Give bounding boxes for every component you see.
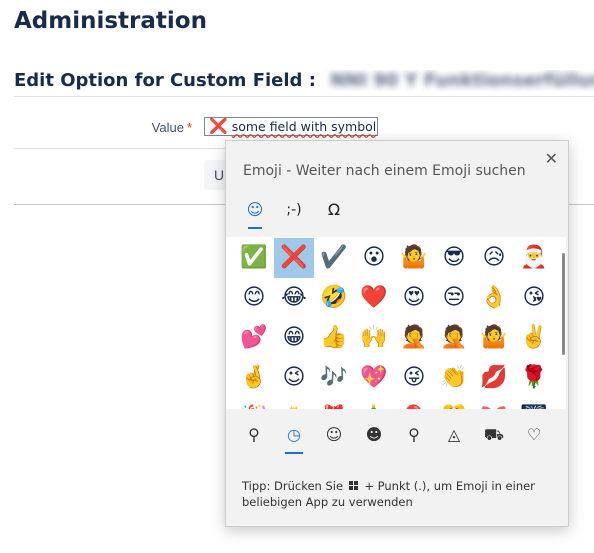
emoji-cell[interactable]: 🎁: [314, 398, 354, 410]
cross-mark-icon: ❌: [209, 118, 228, 135]
emoji-cell[interactable]: 😉: [274, 358, 314, 398]
emoji-cell[interactable]: 😂: [274, 278, 314, 318]
emoji-cell[interactable]: 🌹: [514, 358, 554, 398]
emoji-scrollbar[interactable]: [562, 253, 565, 355]
emoji-category-bar: ⚲ ◷ ☺ ☻ ⚲ ◬ ⛟ ♡: [226, 421, 568, 455]
tab-kaomoji[interactable]: ;-): [280, 197, 308, 225]
emoji-cell[interactable]: 😮: [354, 238, 394, 278]
emoji-cell[interactable]: 👌: [474, 278, 514, 318]
emoji-cell[interactable]: 🤦: [434, 318, 474, 358]
emoji-grid-area: ✅❌✔️😮🤷😎😥🎅😊😂🤣❤️😍😒👌😘💕😁👍🙌🤦🤦🤷✌️🤞😉🎶💖😜👏💋🌹🎉🎂🎁🎄🎈…: [226, 237, 566, 409]
emoji-panel: ✕ Emoji - Weiter nach einem Emoji suchen…: [225, 140, 569, 527]
emoji-cell[interactable]: 😎: [434, 238, 474, 278]
emoji-cell[interactable]: ❤️: [354, 278, 394, 318]
tab-symbols[interactable]: Ω: [320, 197, 348, 225]
divider: [14, 96, 594, 97]
emoji-cell[interactable]: 🎈: [394, 398, 434, 410]
emoji-search-hint: Emoji - Weiter nach einem Emoji suchen: [243, 163, 526, 179]
bottom-tab-recent-icon[interactable]: ◷: [280, 421, 308, 454]
emoji-cell[interactable]: 🎀: [474, 398, 514, 410]
bottom-tab-people-icon[interactable]: ☻: [360, 421, 388, 449]
custom-field-name: NNI 90 Y Funktionserfüllung: [330, 70, 594, 91]
bottom-tab-search-icon[interactable]: ⚲: [240, 421, 268, 449]
value-input-text: some field with symbol: [231, 119, 377, 134]
value-label-text: Value: [151, 120, 184, 135]
value-label: Value *: [120, 120, 192, 135]
emoji-cell[interactable]: 🤷: [474, 318, 514, 358]
bottom-tab-smileys-icon[interactable]: ☺: [320, 421, 348, 449]
emoji-cell[interactable]: 🤣: [314, 278, 354, 318]
emoji-cell[interactable]: 😍: [394, 278, 434, 318]
emoji-cell[interactable]: 🎂: [274, 398, 314, 410]
emoji-cell[interactable]: 💕: [234, 318, 274, 358]
bottom-tab-symbols-icon[interactable]: ♡: [520, 421, 548, 449]
emoji-cell[interactable]: 🎅: [514, 238, 554, 278]
required-marker: *: [186, 120, 192, 135]
emoji-cell[interactable]: 😁: [274, 318, 314, 358]
windows-logo-icon: [348, 481, 359, 491]
emoji-cell[interactable]: 💖: [354, 358, 394, 398]
emoji-cell[interactable]: ✌️: [514, 318, 554, 358]
tip-prefix: Tipp: Drücken Sie: [242, 479, 344, 493]
bottom-tab-celebration-icon[interactable]: ⚲: [400, 421, 428, 449]
close-icon[interactable]: ✕: [545, 149, 558, 168]
value-input[interactable]: ❌ some field with symbol: [204, 117, 378, 136]
emoji-cell[interactable]: 🤞: [234, 358, 274, 398]
emoji-cell[interactable]: 🤦: [394, 318, 434, 358]
emoji-cell[interactable]: ✅: [234, 238, 274, 278]
emoji-cell[interactable]: 🎄: [354, 398, 394, 410]
section-title: Edit Option for Custom Field : NNI 90 Y …: [14, 70, 594, 91]
keyboard-tip: Tipp: Drücken Sie + Punkt (.), um Emoji …: [242, 478, 542, 510]
emoji-cell[interactable]: 👍: [314, 318, 354, 358]
emoji-cell[interactable]: 👏: [434, 358, 474, 398]
emoji-cell[interactable]: 🎊: [434, 398, 474, 410]
tab-emoji[interactable]: ☺: [241, 197, 269, 229]
emoji-cell[interactable]: 🤷: [394, 238, 434, 278]
category-tabs: ☺ ;-) Ω: [226, 197, 568, 229]
emoji-grid: ✅❌✔️😮🤷😎😥🎅😊😂🤣❤️😍😒👌😘💕😁👍🙌🤦🤦🤷✌️🤞😉🎶💖😜👏💋🌹🎉🎂🎁🎄🎈…: [234, 238, 548, 410]
emoji-cell[interactable]: 🎆: [514, 398, 554, 410]
emoji-cell[interactable]: 🎉: [234, 398, 274, 410]
emoji-cell[interactable]: 🎶: [314, 358, 354, 398]
emoji-cell[interactable]: 😜: [394, 358, 434, 398]
emoji-cell[interactable]: 😊: [234, 278, 274, 318]
divider: [14, 148, 225, 149]
page-title: Administration: [14, 8, 207, 34]
emoji-cell[interactable]: 😥: [474, 238, 514, 278]
bottom-tab-travel-icon[interactable]: ⛟: [480, 421, 508, 449]
section-title-label: Edit Option for Custom Field :: [14, 70, 316, 91]
emoji-cell[interactable]: 🙌: [354, 318, 394, 358]
emoji-cell[interactable]: 😘: [514, 278, 554, 318]
emoji-cell[interactable]: 💋: [474, 358, 514, 398]
emoji-cell[interactable]: 😒: [434, 278, 474, 318]
bottom-tab-food-icon[interactable]: ◬: [440, 421, 468, 449]
emoji-cell[interactable]: ❌: [274, 238, 314, 278]
emoji-cell[interactable]: ✔️: [314, 238, 354, 278]
